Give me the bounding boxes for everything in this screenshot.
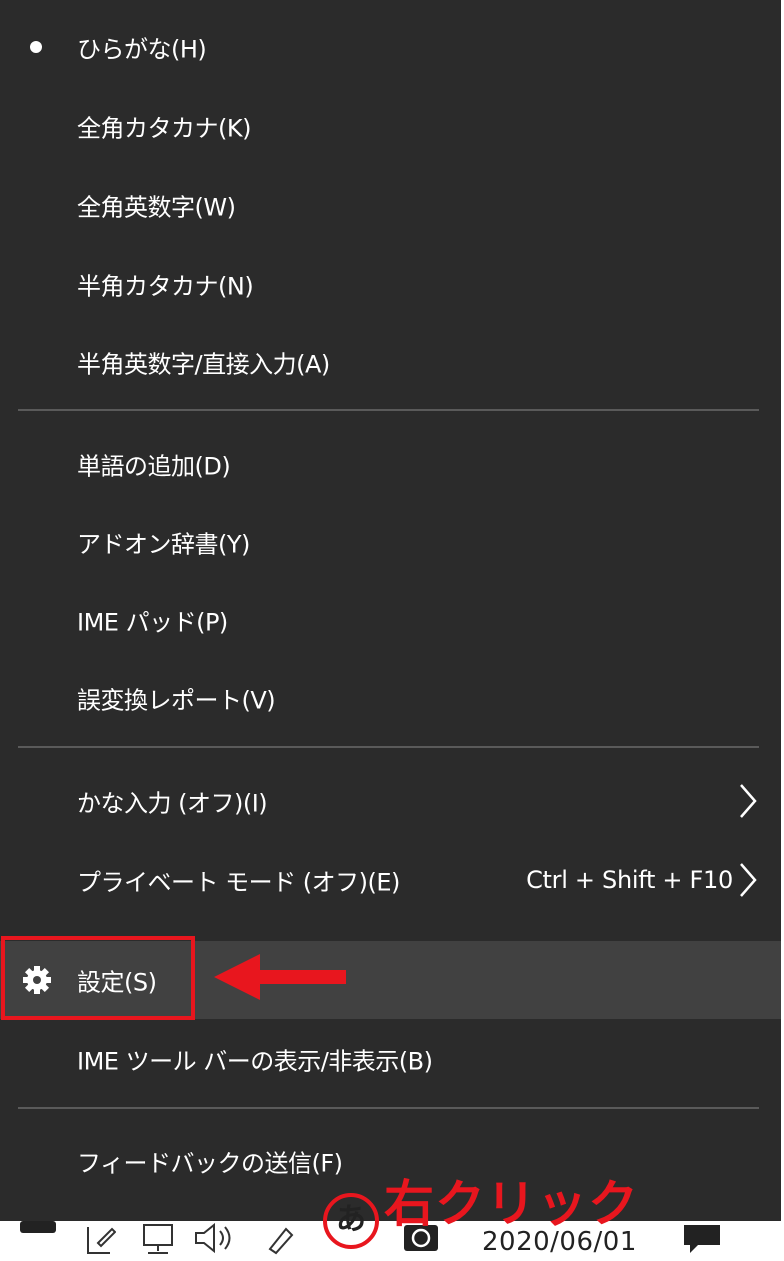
menu-separator — [18, 746, 759, 748]
menu-item-label: フィードバックの送信(F) — [77, 1149, 343, 1178]
circle-annotation — [323, 1193, 379, 1249]
menu-item-zenkaku-eisu[interactable]: 全角英数字(W) — [0, 166, 781, 244]
menu-item-conversion-report[interactable]: 誤変換レポート(V) — [0, 659, 781, 737]
menu-item-add-word[interactable]: 単語の追加(D) — [0, 425, 781, 503]
menu-item-label: ひらがな(H) — [77, 35, 207, 64]
menu-item-hankaku-katakana[interactable]: 半角カタカナ(N) — [0, 245, 781, 323]
network-icon[interactable] — [140, 1223, 178, 1257]
menu-item-ime-pad[interactable]: IME パッド(P) — [0, 581, 781, 659]
chevron-right-icon — [740, 784, 757, 818]
highlight-box-annotation — [1, 936, 195, 1020]
arrow-left-icon — [214, 954, 346, 1000]
menu-item-label: 半角カタカナ(N) — [77, 272, 254, 301]
menu-item-hankaku-eisu-direct[interactable]: 半角英数字/直接入力(A) — [0, 323, 781, 401]
menu-item-label: プライベート モード (オフ)(E) — [77, 868, 400, 897]
menu-item-label: 誤変換レポート(V) — [77, 686, 276, 715]
menu-item-label: 単語の追加(D) — [77, 452, 231, 481]
menu-separator — [18, 1107, 759, 1109]
selected-bullet-icon — [30, 41, 42, 53]
menu-item-label: 半角英数字/直接入力(A) — [77, 350, 330, 379]
menu-item-label: 全角英数字(W) — [77, 193, 236, 222]
menu-item-label: IME パッド(P) — [77, 608, 228, 637]
menu-item-kana-input[interactable]: かな入力 (オフ)(I) — [0, 762, 781, 840]
speaker-icon[interactable] — [194, 1223, 236, 1255]
menu-separator — [18, 409, 759, 411]
menu-item-zenkaku-katakana[interactable]: 全角カタカナ(K) — [0, 87, 781, 165]
notification-icon[interactable] — [680, 1221, 724, 1255]
right-click-annotation: 右クリック — [384, 1175, 639, 1233]
menu-item-addon-dictionary[interactable]: アドオン辞書(Y) — [0, 503, 781, 581]
menu-item-label: 全角カタカナ(K) — [77, 114, 251, 143]
menu-item-label: IME ツール バーの表示/非表示(B) — [77, 1047, 433, 1076]
pen-icon[interactable] — [84, 1223, 116, 1257]
menu-item-shortcut: Ctrl + Shift + F10 — [526, 866, 733, 894]
menu-item-toggle-toolbar[interactable]: IME ツール バーの表示/非表示(B) — [0, 1020, 781, 1098]
ime-context-menu: ひらがな(H) 全角カタカナ(K) 全角英数字(W) 半角カタカナ(N) 半角英… — [0, 0, 781, 1221]
chevron-right-icon — [740, 863, 757, 897]
menu-item-hiragana[interactable]: ひらがな(H) — [0, 8, 781, 86]
menu-item-label: アドオン辞書(Y) — [77, 530, 250, 559]
menu-item-label: かな入力 (オフ)(I) — [77, 789, 268, 818]
taskbar-icon[interactable] — [20, 1221, 56, 1233]
pen-tip-icon[interactable] — [264, 1223, 298, 1255]
menu-item-private-mode[interactable]: プライベート モード (オフ)(E) Ctrl + Shift + F10 — [0, 841, 781, 919]
